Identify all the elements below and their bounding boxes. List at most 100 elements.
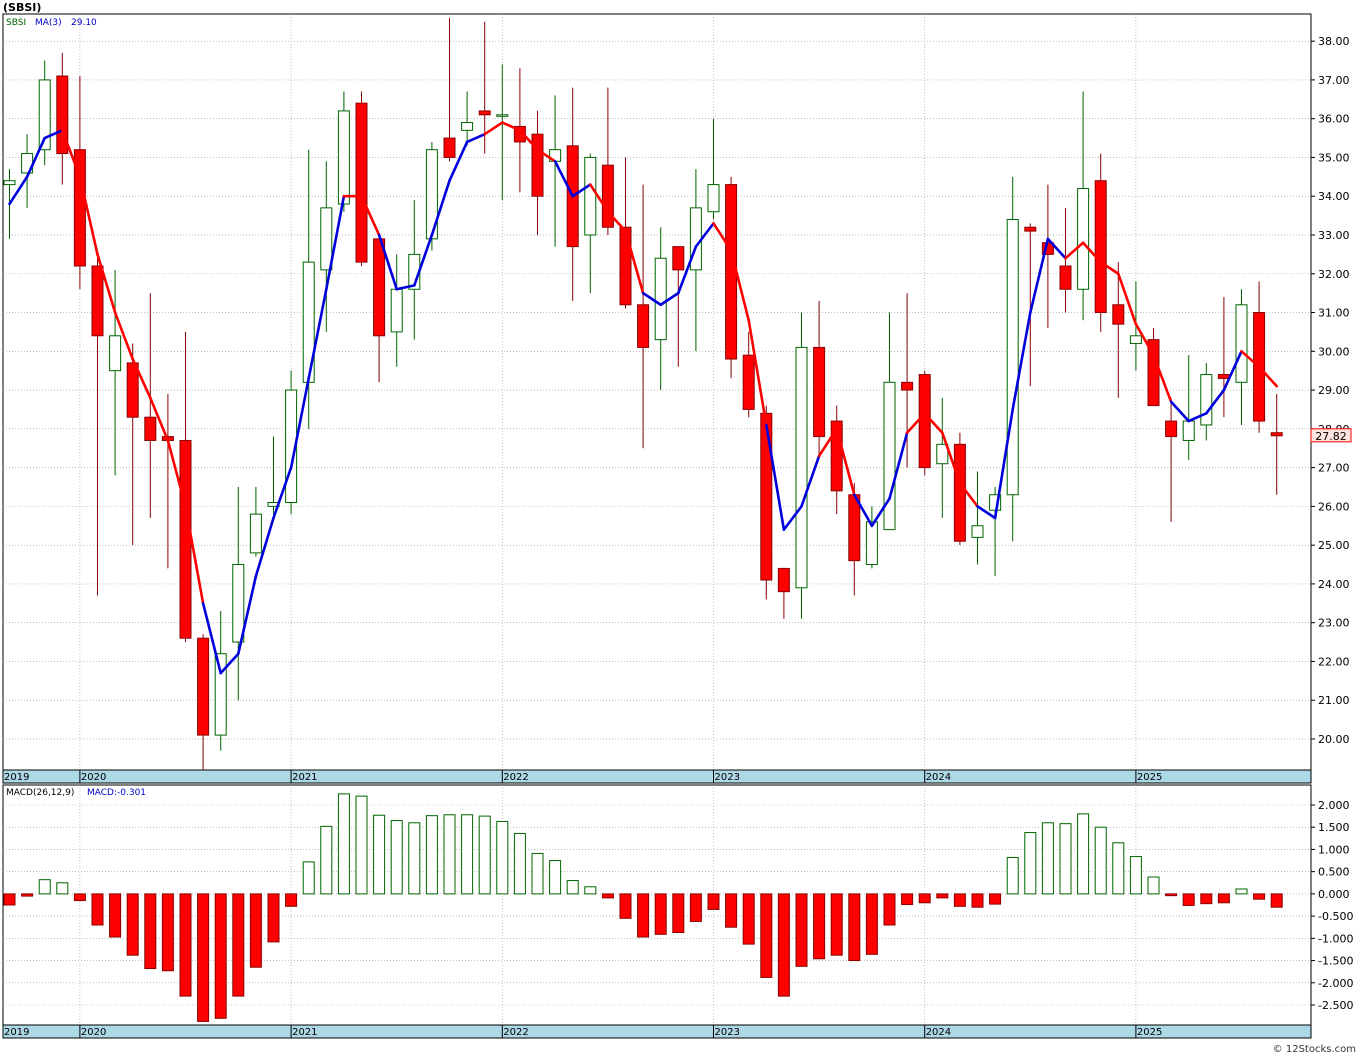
candle-body bbox=[373, 238, 386, 337]
macd-bar bbox=[989, 893, 1002, 905]
macd-bar bbox=[109, 893, 122, 938]
macd-bar bbox=[936, 893, 949, 899]
macd-bar bbox=[373, 814, 386, 895]
macd-bar bbox=[425, 815, 438, 895]
candle-body bbox=[971, 525, 984, 538]
price-y-tick-label: 30.00 bbox=[1318, 345, 1350, 358]
macd-x-tick-label: 2021 bbox=[292, 1027, 317, 1038]
price-y-tick-label: 22.00 bbox=[1318, 655, 1350, 668]
macd-y-tick-label: -2.000 bbox=[1318, 977, 1353, 990]
candle-body bbox=[1059, 265, 1072, 290]
macd-y-tick-label: 1.500 bbox=[1318, 821, 1350, 834]
candle bbox=[725, 176, 738, 379]
macd-bar bbox=[302, 861, 315, 895]
candle-body bbox=[1182, 420, 1195, 441]
candle-body bbox=[337, 110, 350, 205]
candle-body bbox=[109, 335, 122, 372]
candle-body bbox=[443, 137, 456, 158]
macd-bar bbox=[601, 893, 614, 899]
macd-bar bbox=[1147, 876, 1160, 895]
macd-x-tick-label: 2022 bbox=[503, 1027, 528, 1038]
candle-body bbox=[320, 207, 333, 271]
macd-bar bbox=[1094, 826, 1107, 895]
macd-bar bbox=[214, 893, 227, 1019]
candle-body bbox=[637, 304, 650, 348]
macd-bar bbox=[179, 893, 192, 997]
macd-bar bbox=[1129, 856, 1142, 895]
candle-body bbox=[496, 114, 509, 117]
macd-bar bbox=[232, 893, 245, 997]
candle-body bbox=[214, 653, 227, 736]
candle-body bbox=[672, 246, 685, 271]
macd-bar bbox=[742, 893, 755, 945]
candle bbox=[1006, 176, 1019, 542]
candle-body bbox=[883, 381, 896, 531]
macd-bar bbox=[285, 893, 298, 907]
macd-bar bbox=[549, 860, 562, 895]
price-x-tick-label: 2022 bbox=[503, 772, 528, 783]
macd-bar bbox=[197, 893, 210, 1022]
macd-y-tick-label: 0.500 bbox=[1318, 866, 1350, 879]
macd-y-tick-label: 1.000 bbox=[1318, 843, 1350, 856]
candle-body bbox=[1024, 226, 1037, 232]
price-y-tick-label: 29.00 bbox=[1318, 384, 1350, 397]
macd-bar bbox=[249, 893, 262, 968]
candle-body bbox=[461, 122, 474, 131]
price-y-tick-label: 37.00 bbox=[1318, 74, 1350, 87]
symbol-label: SBSI bbox=[6, 18, 26, 28]
macd-bar bbox=[971, 893, 984, 908]
price-y-tick-label: 24.00 bbox=[1318, 578, 1350, 591]
macd-bar bbox=[918, 893, 931, 904]
price-y-tick-label: 34.00 bbox=[1318, 190, 1350, 203]
candle-body bbox=[1270, 432, 1283, 437]
macd-bar bbox=[953, 893, 966, 907]
macd-bar bbox=[813, 893, 826, 960]
macd-bar bbox=[760, 893, 773, 978]
macd-bar bbox=[478, 815, 491, 895]
price-x-tick-label: 2021 bbox=[292, 772, 317, 783]
price-y-tick-label: 26.00 bbox=[1318, 500, 1350, 513]
chart-title: (SBSI) bbox=[3, 1, 41, 14]
candle-body bbox=[777, 567, 790, 593]
candle-body bbox=[197, 637, 210, 736]
macd-bar bbox=[337, 793, 350, 895]
macd-value: MACD:-0.301 bbox=[87, 788, 146, 798]
price-x-tick-label: 2024 bbox=[926, 772, 951, 783]
macd-bar bbox=[1112, 842, 1125, 895]
macd-x-tick-label: 2023 bbox=[715, 1027, 740, 1038]
macd-x-tick-label: 2025 bbox=[1137, 1027, 1162, 1038]
candle-body bbox=[707, 184, 720, 213]
candle bbox=[918, 370, 931, 476]
footer-credit: © 12Stocks.com bbox=[1273, 1044, 1356, 1055]
macd-bar bbox=[689, 893, 702, 922]
macd-bar bbox=[513, 832, 526, 895]
macd-bar bbox=[390, 820, 403, 895]
candle-body bbox=[478, 110, 491, 116]
price-y-tick-label: 32.00 bbox=[1318, 268, 1350, 281]
price-x-axis-band bbox=[2, 769, 1312, 784]
macd-y-tick-label: 0.000 bbox=[1318, 888, 1350, 901]
macd-bar bbox=[865, 893, 878, 955]
candle-body bbox=[953, 443, 966, 542]
macd-bar bbox=[707, 893, 720, 910]
price-y-tick-label: 31.00 bbox=[1318, 307, 1350, 320]
candle-body bbox=[91, 265, 104, 337]
candle-body bbox=[249, 513, 262, 554]
macd-bar bbox=[1235, 888, 1248, 895]
price-y-tick-label: 23.00 bbox=[1318, 617, 1350, 630]
macd-bar bbox=[1077, 813, 1090, 895]
candle-body bbox=[813, 346, 826, 438]
macd-bar bbox=[830, 893, 843, 956]
macd-y-tick-label: -1.500 bbox=[1318, 955, 1353, 968]
ma-label: MA(3) bbox=[35, 18, 62, 28]
price-x-tick-label: 2019 bbox=[4, 772, 29, 783]
candle-body bbox=[1077, 187, 1090, 290]
price-y-tick-label: 21.00 bbox=[1318, 694, 1350, 707]
macd-x-tick-label: 2019 bbox=[4, 1027, 29, 1038]
candle-body bbox=[1094, 180, 1107, 314]
candle bbox=[1094, 153, 1107, 332]
price-y-tick-label: 36.00 bbox=[1318, 113, 1350, 126]
price-x-tick-label: 2025 bbox=[1137, 772, 1162, 783]
price-x-tick-label: 2020 bbox=[81, 772, 106, 783]
candle bbox=[355, 91, 368, 266]
